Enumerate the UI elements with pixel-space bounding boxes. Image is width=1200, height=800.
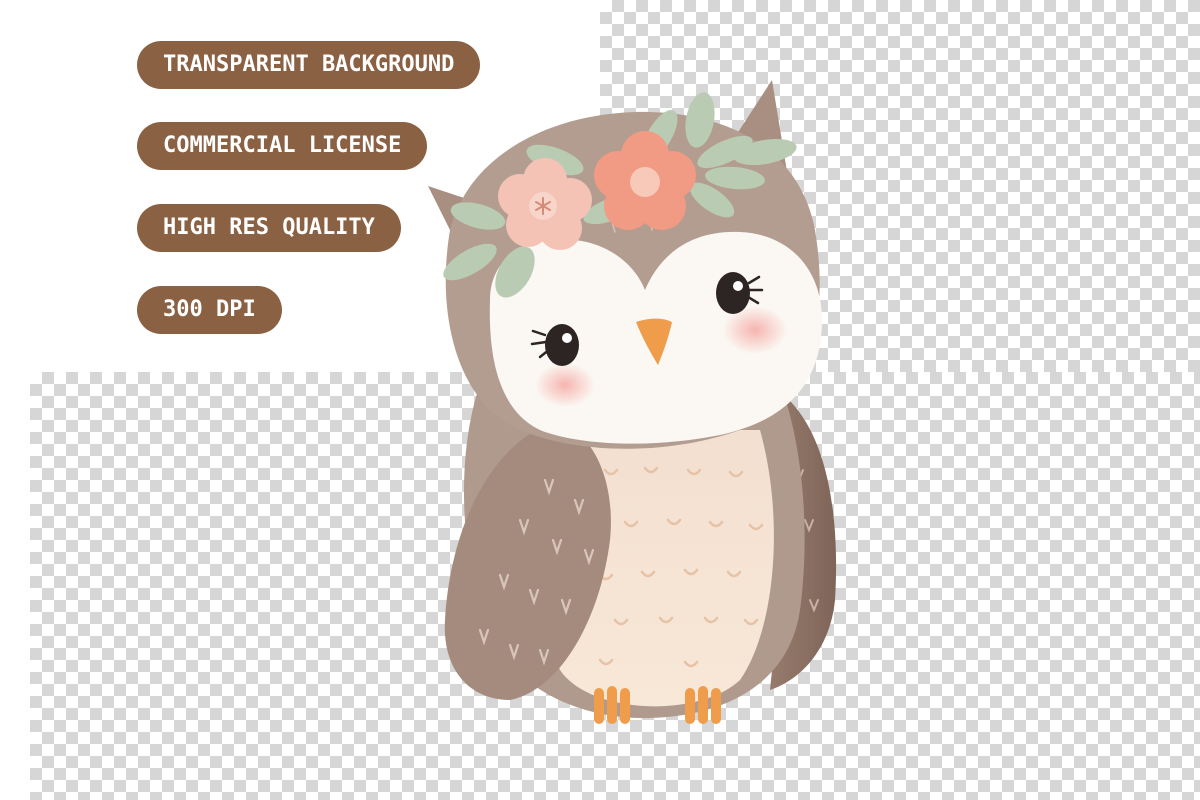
right-eye: [716, 272, 750, 314]
left-eye: [545, 324, 579, 366]
left-cheek: [535, 363, 595, 407]
owl-illustration: [428, 80, 837, 724]
